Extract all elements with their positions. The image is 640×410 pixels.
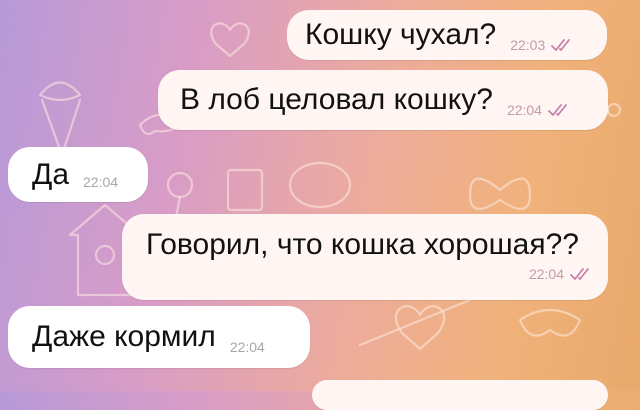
- mirror-doodle: [288, 161, 352, 209]
- message-bubble[interactable]: Говорил, что кошка хорошая?? 22:04: [122, 214, 608, 300]
- bow-doodle: [468, 177, 532, 210]
- message-meta: 22:04: [529, 266, 592, 282]
- message-bubble-partial: [312, 380, 608, 410]
- message-meta: 22:04: [83, 174, 118, 190]
- message-meta: 22:03: [510, 37, 573, 53]
- ice-cream-doodle: [38, 81, 82, 157]
- message-bubble[interactable]: Кошку чухал? 22:03: [287, 10, 607, 60]
- message-bubble[interactable]: Даже кормил 22:04: [8, 306, 310, 368]
- message-text: Даже кормил: [32, 320, 216, 353]
- heart-doodle: [210, 22, 250, 58]
- message-text: Говорил, что кошка хорошая??: [146, 228, 579, 261]
- read-checkmarks-icon: [551, 38, 571, 51]
- message-text: Да: [32, 157, 70, 191]
- read-checkmarks-icon: [570, 268, 589, 280]
- message-time: 22:03: [510, 36, 546, 53]
- message-time: 22:04: [506, 101, 542, 118]
- message-text: Кошку чухал?: [305, 18, 497, 51]
- message-time: 22:04: [83, 174, 119, 190]
- message-meta: 22:04: [230, 339, 265, 355]
- message-time: 22:04: [528, 266, 564, 282]
- heart-arrow-doodle: [358, 298, 472, 351]
- stamp-doodle: [226, 168, 264, 212]
- message-bubble[interactable]: Да 22:04: [8, 147, 148, 202]
- message-time: 22:04: [229, 338, 265, 355]
- read-checkmarks-icon: [548, 103, 567, 116]
- message-text: В лоб целовал кошку?: [180, 83, 493, 116]
- message-meta: 22:04: [507, 102, 570, 118]
- mask-doodle: [518, 309, 582, 337]
- message-bubble[interactable]: В лоб целовал кошку? 22:04: [158, 70, 608, 130]
